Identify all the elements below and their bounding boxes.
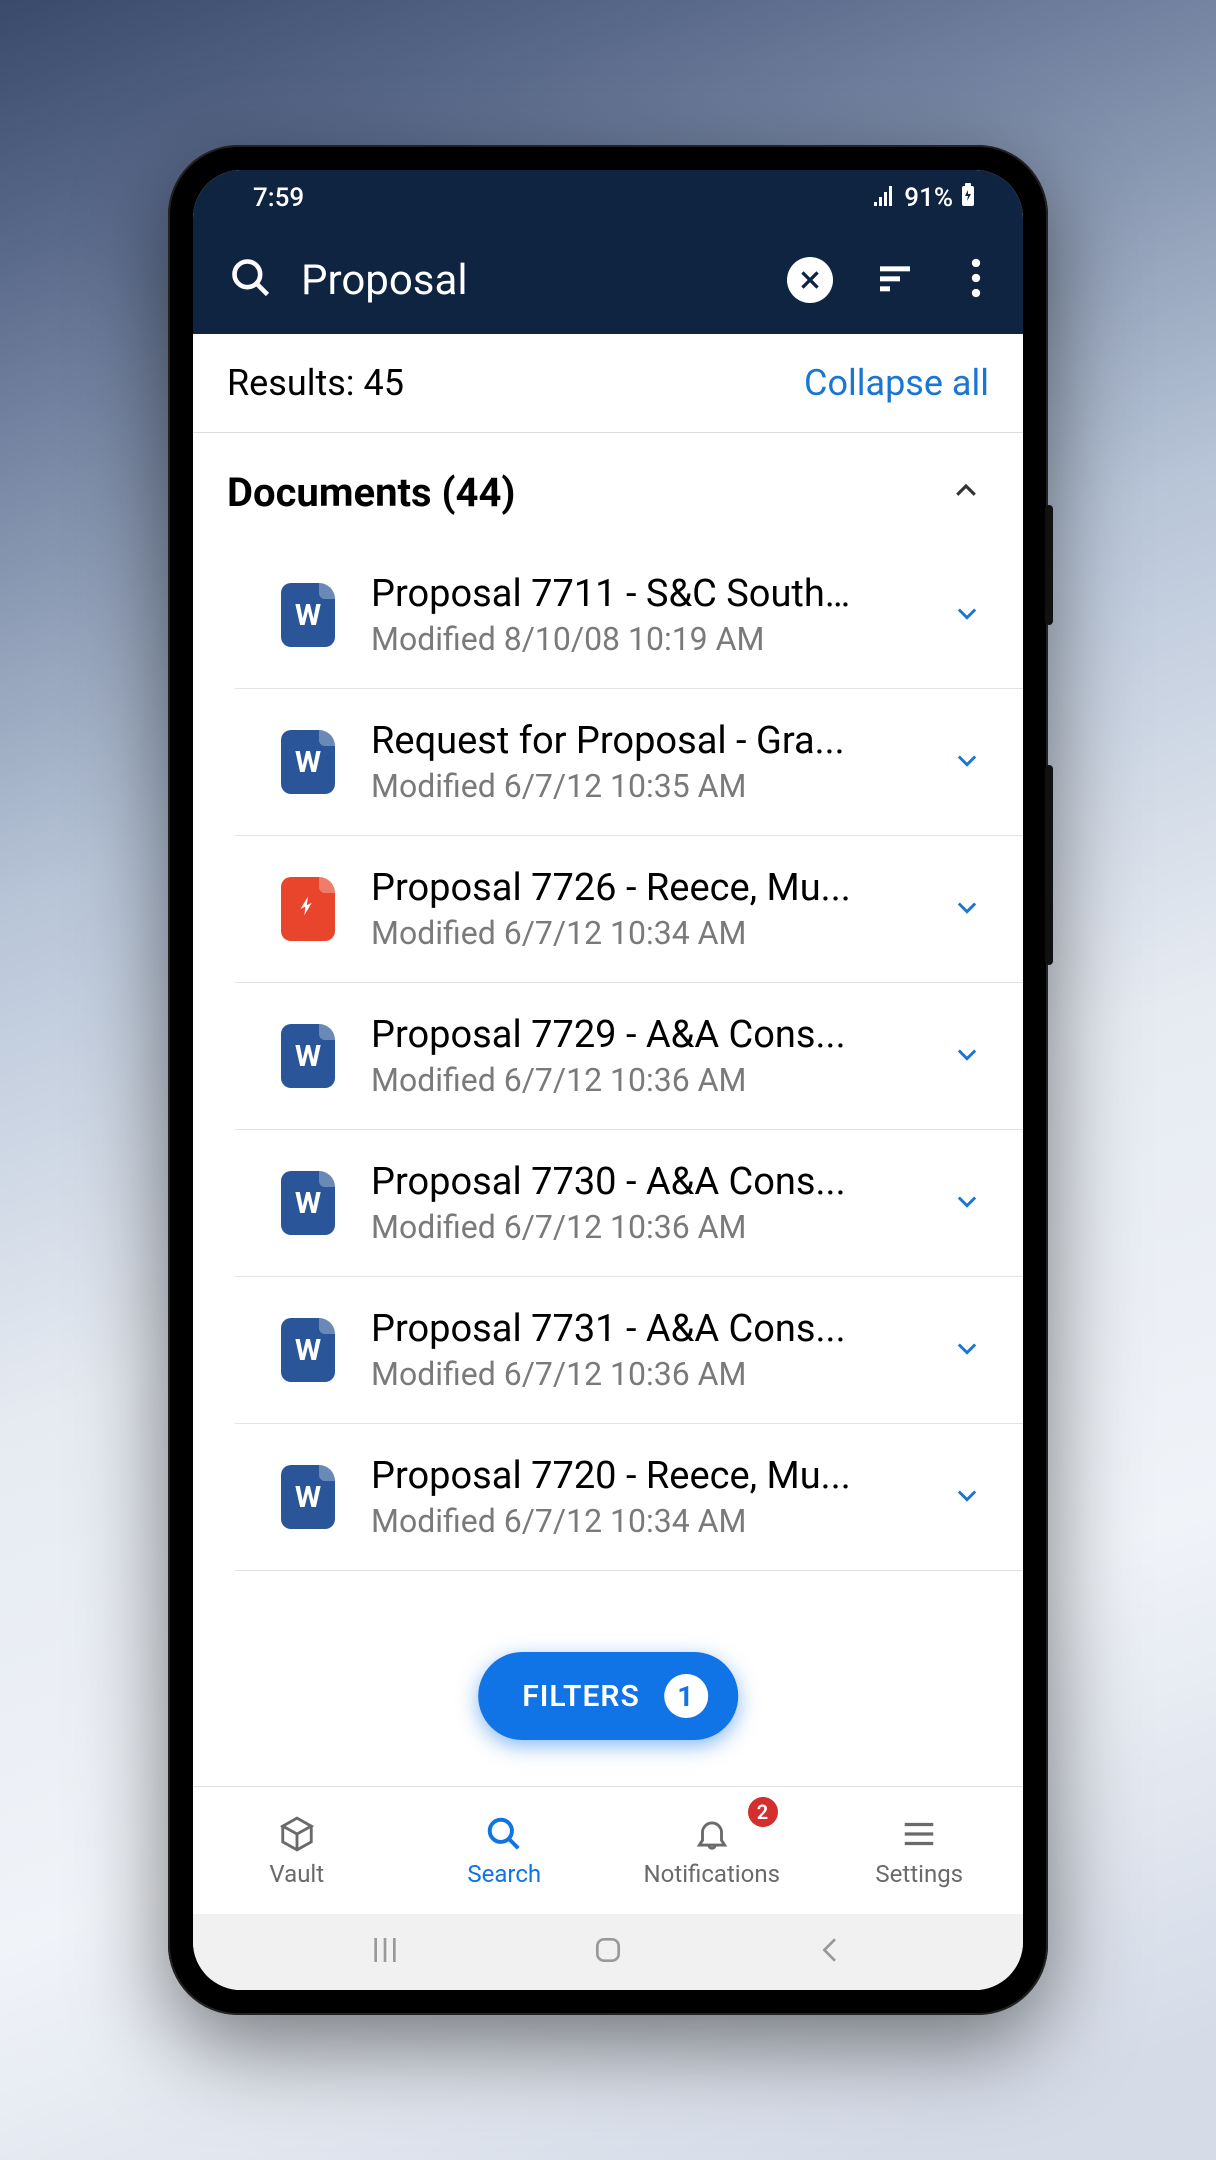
chevron-down-icon[interactable] <box>953 1040 981 1072</box>
document-info: Proposal 7729 - A&A Cons... Modified 6/7… <box>371 1013 917 1099</box>
android-back-button[interactable] <box>815 1934 847 1970</box>
document-meta: Modified 6/7/12 10:36 AM <box>371 1061 917 1099</box>
nav-label: Search <box>467 1860 541 1888</box>
section-header-documents[interactable]: Documents (44) <box>193 433 1023 552</box>
document-row[interactable]: W Request for Proposal - Gra... Modified… <box>235 689 1023 836</box>
search-header: Proposal <box>193 226 1023 334</box>
chevron-up-icon <box>951 476 981 510</box>
nav-vault[interactable]: Vault <box>193 1787 401 1914</box>
filters-label: FILTERS <box>522 1679 640 1714</box>
document-row[interactable]: Proposal 7726 - Reece, Mu... Modified 6/… <box>235 836 1023 983</box>
word-icon: W <box>281 1171 335 1235</box>
document-meta: Modified 8/10/08 10:19 AM <box>371 620 917 658</box>
chevron-down-icon[interactable] <box>953 1187 981 1219</box>
phone-side-button <box>1045 765 1053 965</box>
more-menu-button[interactable] <box>957 258 995 302</box>
chevron-down-icon[interactable] <box>953 599 981 631</box>
android-home-button[interactable] <box>592 1934 624 1970</box>
word-icon: W <box>281 1465 335 1529</box>
chevron-down-icon[interactable] <box>953 1334 981 1366</box>
phone-frame: 7:59 91% Proposal <box>168 145 1048 2015</box>
search-icon[interactable] <box>229 256 273 304</box>
document-list[interactable]: W Proposal 7711 - S&C South... Modified … <box>193 552 1023 1786</box>
menu-icon <box>900 1814 938 1854</box>
signal-icon <box>874 183 896 213</box>
chevron-down-icon[interactable] <box>953 893 981 925</box>
status-bar: 7:59 91% <box>193 170 1023 226</box>
phone-side-button <box>1045 505 1053 625</box>
battery-icon <box>961 183 975 214</box>
nav-label: Settings <box>875 1860 963 1888</box>
results-bar: Results: 45 Collapse all <box>193 334 1023 433</box>
document-row[interactable]: W Proposal 7729 - A&A Cons... Modified 6… <box>235 983 1023 1130</box>
word-icon: W <box>281 583 335 647</box>
document-meta: Modified 6/7/12 10:34 AM <box>371 914 917 952</box>
nav-settings[interactable]: Settings <box>816 1787 1024 1914</box>
nav-notifications[interactable]: 2 Notifications <box>608 1787 816 1914</box>
document-meta: Modified 6/7/12 10:35 AM <box>371 767 917 805</box>
chevron-down-icon[interactable] <box>953 746 981 778</box>
section-title: Documents (44) <box>227 469 515 516</box>
android-nav-bar <box>193 1914 1023 1990</box>
bottom-nav: Vault Search 2 Notifications Settings <box>193 1786 1023 1914</box>
document-title: Proposal 7726 - Reece, Mu... <box>371 866 851 910</box>
bell-icon <box>693 1814 731 1854</box>
document-title: Proposal 7720 - Reece, Mu... <box>371 1454 851 1498</box>
nav-search[interactable]: Search <box>401 1787 609 1914</box>
notification-badge: 2 <box>748 1797 778 1827</box>
android-recents-button[interactable] <box>369 1934 401 1970</box>
battery-percent: 91% <box>904 183 953 213</box>
document-info: Proposal 7711 - S&C South... Modified 8/… <box>371 572 917 658</box>
filters-count-badge: 1 <box>664 1674 708 1718</box>
document-title: Proposal 7731 - A&A Cons... <box>371 1307 851 1351</box>
document-info: Proposal 7731 - A&A Cons... Modified 6/7… <box>371 1307 917 1393</box>
word-icon: W <box>281 730 335 794</box>
vault-icon <box>278 1814 316 1854</box>
filters-button[interactable]: FILTERS 1 <box>478 1652 738 1740</box>
document-info: Proposal 7726 - Reece, Mu... Modified 6/… <box>371 866 917 952</box>
document-meta: Modified 6/7/12 10:36 AM <box>371 1208 917 1246</box>
collapse-all-button[interactable]: Collapse all <box>804 362 989 404</box>
document-row[interactable]: W Proposal 7731 - A&A Cons... Modified 6… <box>235 1277 1023 1424</box>
clear-search-button[interactable] <box>787 257 833 303</box>
document-title: Proposal 7711 - S&C South... <box>371 572 851 616</box>
nav-label: Notifications <box>644 1860 780 1888</box>
document-title: Request for Proposal - Gra... <box>371 719 851 763</box>
pdf-icon <box>281 877 335 941</box>
document-info: Request for Proposal - Gra... Modified 6… <box>371 719 917 805</box>
document-title: Proposal 7730 - A&A Cons... <box>371 1160 851 1204</box>
search-input[interactable]: Proposal <box>301 256 759 305</box>
phone-screen: 7:59 91% Proposal <box>193 170 1023 1990</box>
chevron-down-icon[interactable] <box>953 1481 981 1513</box>
status-time: 7:59 <box>253 183 304 213</box>
document-row[interactable]: W Proposal 7720 - Reece, Mu... Modified … <box>235 1424 1023 1571</box>
document-row[interactable]: W Proposal 7711 - S&C South... Modified … <box>235 552 1023 689</box>
document-meta: Modified 6/7/12 10:36 AM <box>371 1355 917 1393</box>
document-title: Proposal 7729 - A&A Cons... <box>371 1013 851 1057</box>
search-icon <box>485 1814 523 1854</box>
results-count: Results: 45 <box>227 362 404 404</box>
document-info: Proposal 7720 - Reece, Mu... Modified 6/… <box>371 1454 917 1540</box>
word-icon: W <box>281 1024 335 1088</box>
document-row[interactable]: W Proposal 7730 - A&A Cons... Modified 6… <box>235 1130 1023 1277</box>
nav-label: Vault <box>269 1860 324 1888</box>
sort-button[interactable] <box>861 258 929 302</box>
document-info: Proposal 7730 - A&A Cons... Modified 6/7… <box>371 1160 917 1246</box>
word-icon: W <box>281 1318 335 1382</box>
document-meta: Modified 6/7/12 10:34 AM <box>371 1502 917 1540</box>
